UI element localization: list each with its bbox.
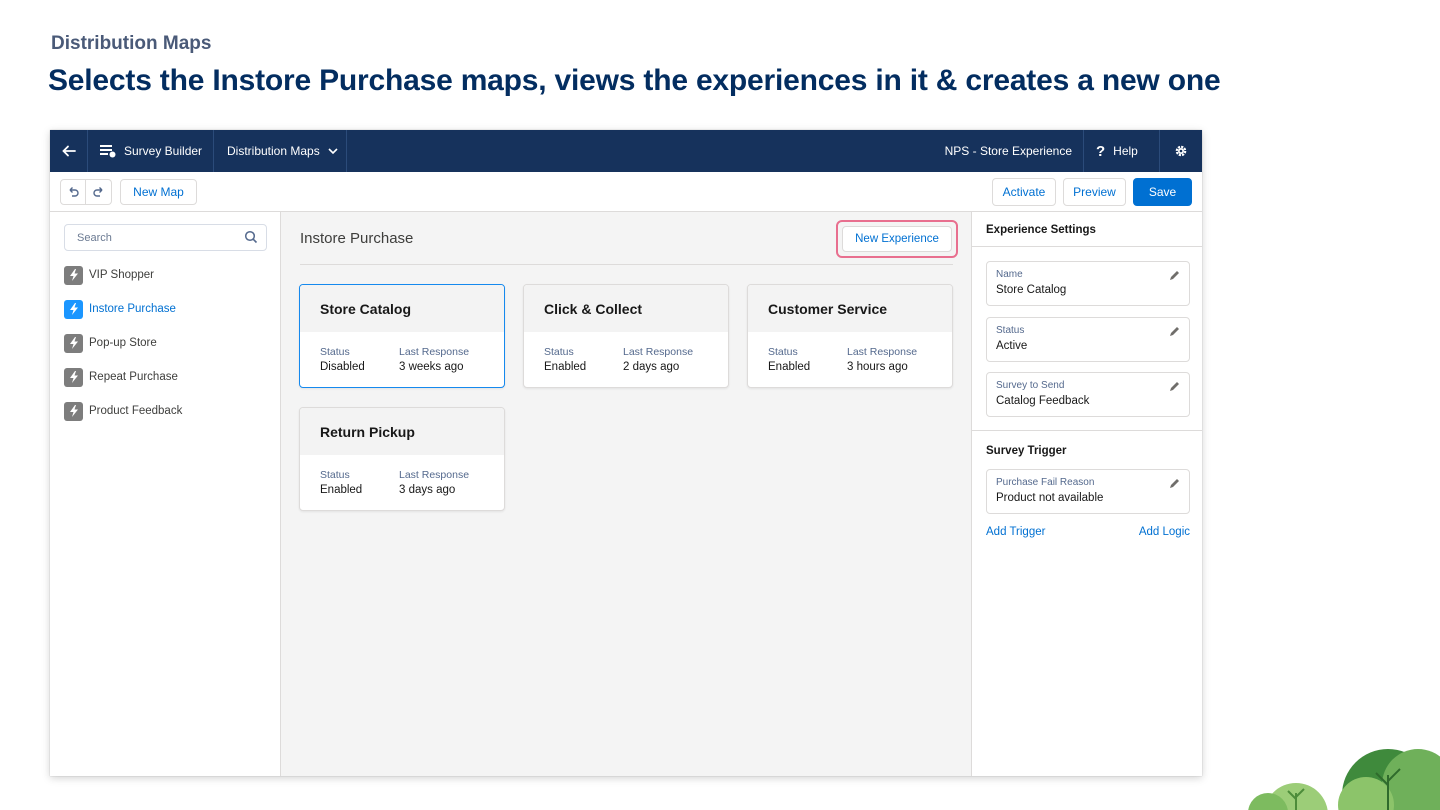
experience-card-store-catalog[interactable]: Store Catalog Status Disabled Last Respon…: [299, 284, 505, 388]
status-field[interactable]: Status Active: [986, 317, 1190, 362]
toolbar: New Map Activate Preview Save: [50, 172, 1202, 212]
arrow-left-icon: [61, 145, 76, 157]
status-label: Status: [320, 346, 350, 358]
add-trigger-link[interactable]: Add Trigger: [986, 526, 1045, 538]
survey-trigger-title: Survey Trigger: [986, 445, 1067, 457]
slide-title: Selects the Instore Purchase maps, views…: [48, 64, 1221, 97]
gear-icon: [1175, 145, 1187, 157]
chevron-down-icon: [328, 148, 338, 155]
survey-builder-icon: [100, 145, 116, 158]
status-value: Enabled: [768, 361, 811, 373]
pencil-icon[interactable]: [1169, 381, 1180, 392]
field-value: Catalog Feedback: [996, 395, 1090, 407]
app-window: Survey Builder Distribution Maps NPS - S…: [50, 130, 1202, 776]
sidebar-item-label: Pop-up Store: [89, 337, 157, 349]
sidebar-item-product-feedback[interactable]: Product Feedback: [64, 401, 182, 421]
card-title: Customer Service: [748, 285, 952, 332]
save-button[interactable]: Save: [1133, 178, 1192, 206]
experience-card-click-collect[interactable]: Click & Collect Status Enabled Last Respo…: [523, 284, 729, 388]
map-sidebar: Search VIP Shopper Instore Purchase Pop-…: [50, 212, 281, 776]
sidebar-item-instore-purchase[interactable]: Instore Purchase: [64, 299, 176, 319]
field-label: Survey to Send: [996, 380, 1065, 391]
card-title: Click & Collect: [524, 285, 728, 332]
pencil-icon[interactable]: [1169, 326, 1180, 337]
last-response-label: Last Response: [623, 346, 694, 358]
sidebar-item-vip-shopper[interactable]: VIP Shopper: [64, 265, 154, 285]
settings-button[interactable]: [1160, 130, 1202, 172]
purchase-fail-reason-field[interactable]: Purchase Fail Reason Product not availab…: [986, 469, 1190, 514]
status-value: Enabled: [544, 361, 587, 373]
experience-settings-title: Experience Settings: [986, 224, 1096, 236]
last-response-value: 2 days ago: [623, 361, 680, 373]
undo-button[interactable]: [60, 179, 86, 205]
field-label: Purchase Fail Reason: [996, 477, 1095, 488]
distribution-maps-label: Distribution Maps: [227, 144, 320, 158]
experience-settings-panel: Experience Settings Name Store Catalog S…: [971, 212, 1202, 776]
top-nav: Survey Builder Distribution Maps NPS - S…: [50, 130, 1202, 172]
back-button[interactable]: [50, 130, 88, 172]
experience-card-return-pickup[interactable]: Return Pickup Status Enabled Last Respons…: [299, 407, 505, 511]
status-label: Status: [768, 346, 798, 358]
sidebar-item-label: Repeat Purchase: [89, 371, 178, 383]
card-title: Return Pickup: [300, 408, 504, 455]
slide-kicker: Distribution Maps: [51, 33, 212, 54]
sidebar-item-repeat-purchase[interactable]: Repeat Purchase: [64, 367, 178, 387]
last-response-value: 3 hours ago: [847, 361, 908, 373]
last-response-value: 3 days ago: [399, 484, 456, 496]
help-button[interactable]: ? Help: [1084, 130, 1160, 172]
sidebar-item-label: Instore Purchase: [89, 303, 176, 315]
survey-name: NPS - Store Experience: [945, 130, 1084, 172]
search-icon: [244, 230, 258, 244]
lightning-icon: [64, 299, 83, 319]
lightning-icon: [64, 265, 83, 285]
status-value: Enabled: [320, 484, 363, 496]
field-value: Store Catalog: [996, 284, 1067, 296]
status-label: Status: [320, 469, 350, 481]
highlight-outline: New Experience: [836, 220, 958, 258]
field-value: Product not available: [996, 492, 1104, 504]
sidebar-item-label: VIP Shopper: [89, 269, 155, 281]
search-placeholder: Search: [77, 231, 112, 244]
pencil-icon[interactable]: [1169, 478, 1180, 489]
lightning-icon: [64, 367, 83, 387]
divider: [300, 264, 953, 265]
sidebar-item-pop-up-store[interactable]: Pop-up Store: [64, 333, 157, 353]
card-title: Store Catalog: [300, 285, 504, 332]
last-response-label: Last Response: [399, 346, 470, 358]
name-field[interactable]: Name Store Catalog: [986, 261, 1190, 306]
field-label: Status: [996, 325, 1025, 336]
last-response-value: 3 weeks ago: [399, 361, 464, 373]
status-value: Disabled: [320, 361, 365, 373]
activate-button[interactable]: Activate: [992, 178, 1056, 206]
pencil-icon[interactable]: [1169, 270, 1180, 281]
map-title: Instore Purchase: [300, 230, 414, 247]
lightning-icon: [64, 401, 83, 421]
new-experience-button[interactable]: New Experience: [842, 226, 952, 252]
status-label: Status: [544, 346, 574, 358]
map-canvas: Instore Purchase New Experience Store Ca…: [281, 212, 971, 776]
sidebar-item-label: Product Feedback: [89, 405, 183, 417]
survey-to-send-field[interactable]: Survey to Send Catalog Feedback: [986, 372, 1190, 417]
distribution-maps-menu[interactable]: Distribution Maps: [214, 130, 347, 172]
redo-icon: [92, 187, 102, 197]
preview-button[interactable]: Preview: [1063, 178, 1126, 206]
help-icon: ?: [1096, 142, 1106, 160]
redo-button[interactable]: [86, 179, 112, 205]
tree-illustration: [1248, 749, 1440, 810]
survey-builder-label: Survey Builder: [124, 144, 203, 158]
last-response-label: Last Response: [399, 469, 470, 481]
experience-card-customer-service[interactable]: Customer Service Status Enabled Last Resp…: [747, 284, 953, 388]
help-label: Help: [1113, 144, 1138, 158]
last-response-label: Last Response: [847, 346, 918, 358]
field-value: Active: [996, 340, 1028, 352]
search-input[interactable]: Search: [64, 224, 267, 251]
divider: [972, 430, 1202, 431]
field-label: Name: [996, 269, 1023, 280]
add-logic-link[interactable]: Add Logic: [1139, 526, 1190, 538]
survey-builder-menu[interactable]: Survey Builder: [88, 130, 214, 172]
divider: [972, 246, 1202, 247]
undo-icon: [69, 187, 79, 197]
lightning-icon: [64, 333, 83, 353]
new-map-button[interactable]: New Map: [120, 179, 197, 205]
